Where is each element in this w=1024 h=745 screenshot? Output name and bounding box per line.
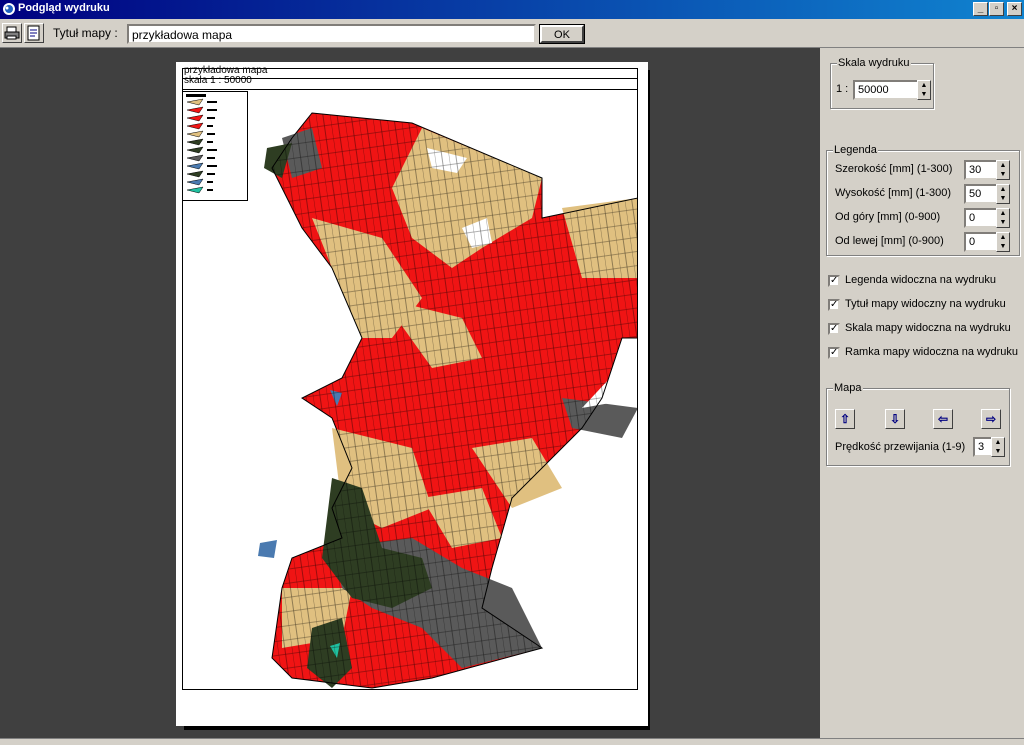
scroll-speed-label: Prędkość przewijania (1-9) — [835, 441, 966, 453]
print-scale-group: Skala wydruku 1 : 50000 ▲ ▼ — [830, 57, 934, 109]
map-title-input[interactable]: przykładowa mapa — [127, 24, 536, 44]
legend-left-spinner[interactable]: ▲ ▼ — [996, 232, 1010, 252]
print-button[interactable] — [2, 23, 22, 43]
scale-visible-label: Skala mapy widoczna na wydruku — [845, 322, 1011, 334]
legend-top-label: Od góry [mm] (0-900) — [835, 211, 941, 223]
map-print-scale: skala 1 : 50000 — [184, 75, 252, 86]
window-title-bar: Podgląd wydruku _ ▫ × — [0, 0, 1024, 19]
frame-visible-label: Ramka mapy widoczna na wydruku — [845, 346, 1019, 358]
arrow-up-icon: ⇧ — [839, 412, 851, 426]
arrow-down-icon: ⇩ — [889, 412, 901, 426]
close-button[interactable]: × — [1007, 2, 1022, 16]
restore-icon: ▫ — [994, 3, 999, 14]
scroll-down-button[interactable]: ⇩ — [885, 409, 905, 429]
page-setup-icon — [27, 25, 40, 41]
scroll-up-button[interactable]: ⇧ — [835, 409, 855, 429]
arrow-right-icon: ⇨ — [985, 412, 997, 426]
legend-left-label: Od lewej [mm] (0-900) — [835, 235, 944, 247]
minimize-icon: _ — [977, 3, 984, 14]
scale-visible-checkbox[interactable]: ✓ — [828, 323, 840, 335]
map-nav-group-title: Mapa — [833, 382, 863, 394]
minimize-button[interactable]: _ — [973, 2, 988, 16]
title-visible-checkbox[interactable]: ✓ — [828, 299, 840, 311]
page-setup-button[interactable] — [24, 23, 44, 43]
legend-group-title: Legenda — [833, 144, 878, 156]
scroll-right-button[interactable]: ⇨ — [981, 409, 1001, 429]
scale-divider — [182, 89, 638, 90]
scale-prefix: 1 : — [836, 83, 849, 95]
map-legend — [182, 91, 248, 201]
close-icon: × — [1011, 3, 1018, 14]
ok-button[interactable]: OK — [539, 24, 585, 44]
printer-icon — [4, 26, 20, 40]
window-title: Podgląd wydruku — [18, 2, 110, 14]
legend-width-label: Szerokość [mm] (1-300) — [835, 163, 953, 175]
frame-visible-checkbox[interactable]: ✓ — [828, 347, 840, 359]
legend-top-spinner[interactable]: ▲ ▼ — [996, 208, 1010, 228]
legend-height-spinner[interactable]: ▲ ▼ — [996, 184, 1010, 204]
map-frame — [182, 68, 638, 690]
legend-width-spinner[interactable]: ▲ ▼ — [996, 160, 1010, 180]
title-visible-label: Tytuł mapy widoczny na wydruku — [845, 298, 1006, 310]
arrow-left-icon: ⇦ — [937, 412, 949, 426]
legend-visible-label: Legenda widoczna na wydruku — [845, 274, 997, 286]
scroll-speed-spinner[interactable]: ▲ ▼ — [991, 437, 1005, 457]
scale-input[interactable]: 50000 — [853, 80, 923, 100]
map-legend-swatches — [186, 94, 217, 194]
map-nav-group: Mapa ⇧ ⇩ ⇦ ⇨ Prędkość przewijania (1-9) … — [826, 382, 1010, 466]
toolbar: Tytuł mapy : przykładowa mapa OK — [0, 19, 1024, 48]
maximize-button[interactable]: ▫ — [989, 2, 1004, 16]
settings-panel: Skala wydruku 1 : 50000 ▲ ▼ Legenda Szero… — [820, 48, 1024, 738]
scale-spinner[interactable]: ▲ ▼ — [917, 80, 931, 100]
legend-height-label: Wysokość [mm] (1-300) — [835, 187, 952, 199]
scroll-left-button[interactable]: ⇦ — [933, 409, 953, 429]
legend-visible-checkbox[interactable]: ✓ — [828, 275, 840, 287]
map-title-label: Tytuł mapy : — [53, 26, 118, 40]
legend-group: Legenda Szerokość [mm] (1-300) 30 ▲ ▼ Wys… — [826, 144, 1020, 256]
print-scale-group-title: Skala wydruku — [837, 57, 911, 69]
app-icon — [3, 3, 15, 15]
